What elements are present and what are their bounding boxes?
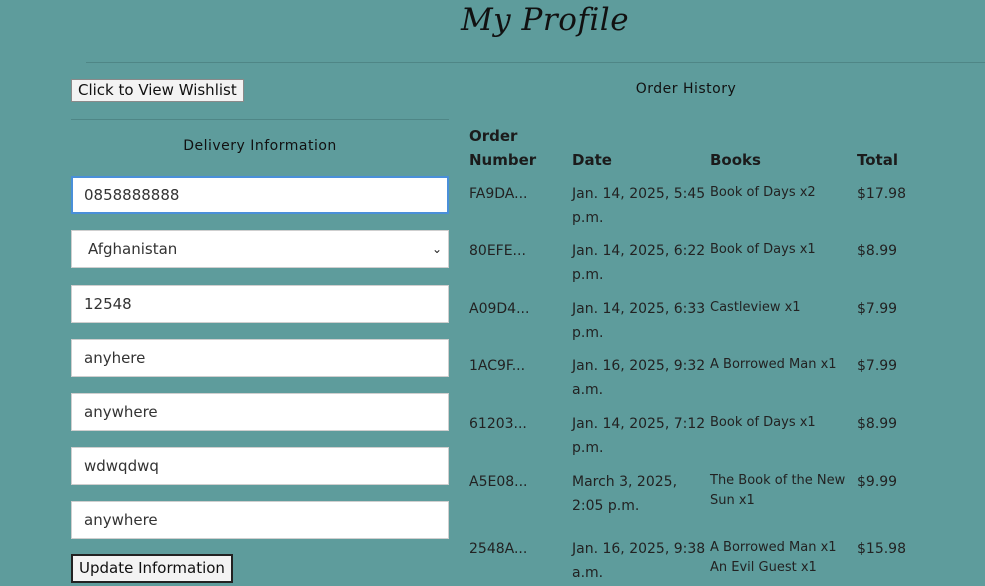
order-number-cell: 2548A... bbox=[469, 541, 528, 557]
order-total-cell: $7.99 bbox=[857, 301, 898, 317]
city-input[interactable]: wdwqdwq bbox=[71, 447, 449, 485]
header-order-number: Order Number bbox=[469, 124, 536, 172]
header-total: Total bbox=[857, 151, 898, 169]
view-wishlist-button[interactable]: Click to View Wishlist bbox=[71, 79, 244, 102]
page-title: My Profile bbox=[460, 2, 630, 38]
order-date-line1: Jan. 14, 2025, 6:22 bbox=[572, 243, 706, 259]
order-date-cell: Jan. 14, 2025, 7:12 p.m. bbox=[572, 412, 705, 460]
order-total-cell: $8.99 bbox=[857, 243, 898, 259]
order-books-cell: Book of Days x1 bbox=[710, 415, 816, 430]
order-date-cell: Jan. 16, 2025, 9:38 a.m. bbox=[572, 537, 705, 585]
order-date-line2: p.m. bbox=[572, 210, 604, 226]
country-select-value: Afghanistan bbox=[88, 240, 178, 258]
order-date-line2: p.m. bbox=[572, 440, 604, 456]
header-books: Books bbox=[710, 151, 761, 169]
order-number-cell: 61203... bbox=[469, 416, 527, 432]
address-line-1-input[interactable]: anyhere bbox=[71, 339, 449, 377]
order-date-cell: Jan. 16, 2025, 9:32 a.m. bbox=[572, 354, 705, 402]
order-total-cell: $17.98 bbox=[857, 186, 906, 202]
order-books-cell: Castleview x1 bbox=[710, 300, 801, 315]
order-date-line2: p.m. bbox=[572, 325, 604, 341]
order-number-cell: 1AC9F... bbox=[469, 358, 526, 374]
order-date-line2: p.m. bbox=[572, 267, 604, 283]
order-total-cell: $9.99 bbox=[857, 474, 898, 490]
order-history-title: Order History bbox=[635, 81, 737, 97]
order-date-line1: Jan. 14, 2025, 7:12 bbox=[572, 416, 706, 432]
order-number-cell: 80EFE... bbox=[469, 243, 526, 259]
order-date-line2: 2:05 p.m. bbox=[572, 498, 640, 514]
order-books-cell: A Borrowed Man x1 An Evil Guest x1 bbox=[710, 538, 837, 578]
order-total-cell: $8.99 bbox=[857, 416, 898, 432]
order-date-line1: Jan. 14, 2025, 6:33 bbox=[572, 301, 706, 317]
update-information-button[interactable]: Update Information bbox=[71, 554, 233, 583]
order-date-line1: Jan. 16, 2025, 9:38 bbox=[572, 541, 706, 557]
order-date-cell: Jan. 14, 2025, 5:45 p.m. bbox=[572, 182, 705, 230]
order-date-line2: a.m. bbox=[572, 382, 604, 398]
header-order-number-line1: Order bbox=[469, 127, 518, 145]
order-date-cell: March 3, 2025, 2:05 p.m. bbox=[572, 470, 677, 518]
header-order-number-line2: Number bbox=[469, 151, 537, 169]
order-books-cell: Book of Days x2 bbox=[710, 185, 816, 200]
header-date: Date bbox=[572, 151, 612, 169]
order-books-cell: Book of Days x1 bbox=[710, 242, 816, 257]
order-books-line2: Sun x1 bbox=[710, 493, 755, 508]
address-line-2-input[interactable]: anywhere bbox=[71, 393, 449, 431]
order-books-line1: The Book of the New bbox=[710, 473, 846, 488]
title-divider bbox=[86, 62, 985, 63]
order-books-cell: A Borrowed Man x1 bbox=[710, 357, 837, 372]
delivery-divider bbox=[71, 119, 449, 120]
order-number-cell: A5E08... bbox=[469, 474, 528, 490]
phone-input[interactable]: 0858888888 bbox=[71, 176, 449, 214]
order-date-line1: Jan. 16, 2025, 9:32 bbox=[572, 358, 706, 374]
order-date-cell: Jan. 14, 2025, 6:33 p.m. bbox=[572, 297, 705, 345]
chevron-down-icon: ⌄ bbox=[431, 242, 442, 256]
order-total-cell: $7.99 bbox=[857, 358, 898, 374]
order-date-line1: March 3, 2025, bbox=[572, 474, 678, 490]
order-total-cell: $15.98 bbox=[857, 541, 906, 557]
order-books-cell: The Book of the New Sun x1 bbox=[710, 471, 845, 511]
order-date-line2: a.m. bbox=[572, 565, 604, 581]
order-number-cell: FA9DA... bbox=[469, 186, 528, 202]
region-input[interactable]: anywhere bbox=[71, 501, 449, 539]
order-date-cell: Jan. 14, 2025, 6:22 p.m. bbox=[572, 239, 705, 287]
order-number-cell: A09D4... bbox=[469, 301, 530, 317]
delivery-info-title: Delivery Information bbox=[183, 138, 337, 154]
postal-code-input[interactable]: 12548 bbox=[71, 285, 449, 323]
order-books-line2: An Evil Guest x1 bbox=[710, 560, 817, 575]
order-date-line1: Jan. 14, 2025, 5:45 bbox=[572, 186, 706, 202]
country-select[interactable]: Afghanistan ⌄ bbox=[71, 230, 449, 268]
order-books-line1: A Borrowed Man x1 bbox=[710, 540, 837, 555]
